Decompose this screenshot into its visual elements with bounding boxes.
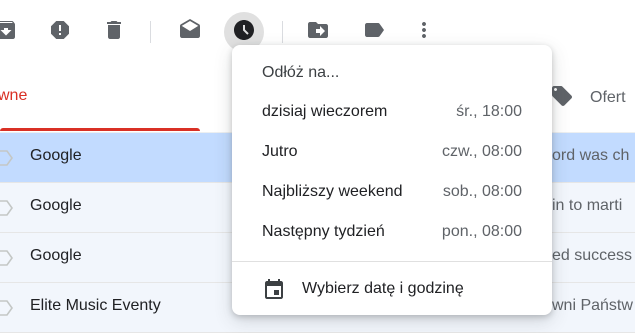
active-tab-indicator — [0, 128, 200, 131]
mark-as-read-icon — [178, 18, 202, 47]
snooze-option-tomorrow[interactable]: Jutro czw., 08:00 — [232, 133, 552, 173]
importance-marker-icon[interactable] — [0, 149, 14, 167]
snooze-option-tonight[interactable]: dzisiaj wieczorem śr., 18:00 — [232, 93, 552, 133]
snooze-option-time: czw., 08:00 — [441, 143, 522, 160]
menu-divider — [232, 261, 552, 262]
snooze-option-time: sob., 08:00 — [442, 183, 522, 200]
report-spam-icon — [48, 18, 72, 47]
message-snippet: wni Państw — [552, 297, 633, 314]
message-sender: Elite Music Eventy — [30, 297, 161, 314]
message-snippet: in to marti — [552, 197, 623, 214]
tab-offers-label: Ofert — [590, 89, 626, 106]
move-to-icon — [306, 18, 330, 47]
message-snippet: ed success — [552, 247, 633, 264]
snooze-option-time: pon., 08:00 — [441, 223, 522, 240]
toolbar-divider — [282, 21, 283, 43]
label-icon — [362, 18, 386, 47]
tag-icon — [550, 84, 590, 113]
importance-marker-icon[interactable] — [0, 299, 14, 317]
tab-primary[interactable]: wne — [0, 64, 200, 131]
snooze-option-label: dzisiaj wieczorem — [262, 103, 388, 120]
pick-date-time-option[interactable]: Wybierz datę i godzinę — [232, 270, 552, 310]
tab-offers[interactable]: Ofert — [550, 84, 626, 112]
importance-marker-icon[interactable] — [0, 199, 14, 217]
message-sender: Google — [30, 247, 82, 264]
snooze-menu-title: Odłóż na... — [262, 64, 340, 81]
pick-date-time-label: Wybierz datę i godzinę — [302, 280, 464, 297]
calendar-icon — [262, 278, 286, 302]
archive-button[interactable] — [0, 12, 26, 52]
snooze-icon — [232, 18, 256, 47]
archive-icon — [0, 18, 18, 47]
snooze-option-next-week[interactable]: Następny tydzień pon., 08:00 — [232, 213, 552, 253]
delete-icon — [102, 18, 126, 47]
message-sender: Google — [30, 147, 82, 164]
tab-primary-label: wne — [0, 87, 28, 104]
snooze-menu: Odłóż na... dzisiaj wieczorem śr., 18:00… — [232, 45, 552, 315]
delete-button[interactable] — [94, 12, 134, 52]
snooze-option-label: Następny tydzień — [262, 223, 385, 240]
mark-as-read-button[interactable] — [170, 12, 210, 52]
importance-marker-icon[interactable] — [0, 249, 14, 267]
report-spam-button[interactable] — [40, 12, 80, 52]
snooze-option-time: śr., 18:00 — [456, 103, 522, 120]
toolbar-divider — [150, 21, 151, 43]
more-icon — [412, 18, 436, 47]
snooze-option-weekend[interactable]: Najbliższy weekend sob., 08:00 — [232, 173, 552, 213]
snooze-option-label: Najbliższy weekend — [262, 183, 403, 200]
snooze-option-label: Jutro — [262, 143, 298, 160]
message-snippet: ord was ch — [552, 147, 630, 164]
message-sender: Google — [30, 197, 82, 214]
